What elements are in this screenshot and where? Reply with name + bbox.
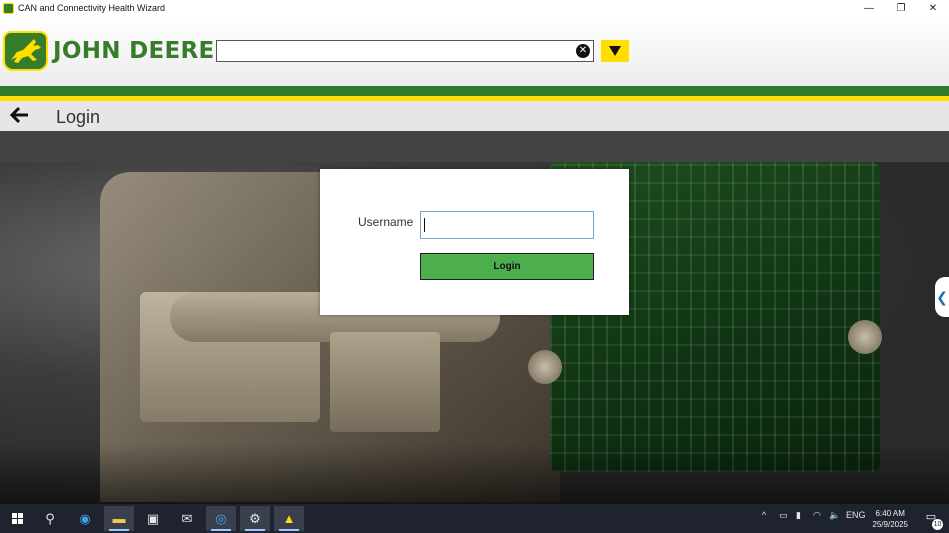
username-label: Username: [358, 215, 414, 229]
folder-icon: ▬: [112, 511, 126, 526]
taskbar-settings[interactable]: ⚙: [240, 506, 270, 531]
window-titlebar: CAN and Connectivity Health Wizard: [0, 0, 949, 16]
start-button[interactable]: [2, 506, 32, 531]
username-field-box: [420, 211, 594, 239]
volume-icon[interactable]: 🔈: [829, 510, 840, 521]
triangle-down-icon: [609, 46, 621, 56]
restore-button[interactable]: ❐: [885, 0, 917, 16]
toolbar-strip: [0, 131, 949, 162]
clear-search-icon[interactable]: ✕: [576, 44, 590, 58]
tray-device-icon[interactable]: ▭: [779, 510, 788, 521]
login-dialog: Username Login: [320, 169, 629, 315]
search-icon: ⚲: [45, 510, 55, 526]
search-box: ✕: [216, 40, 594, 62]
notification-center-icon[interactable]: ▭ 10: [923, 510, 943, 530]
bolt-graphic: [528, 350, 562, 384]
show-hidden-icons-chevron[interactable]: ^: [762, 510, 766, 520]
app-logo-icon: [3, 2, 14, 14]
taskbar-search-button[interactable]: ⚲: [35, 506, 65, 531]
windows-taskbar: ⚲ ◉ ▬ ▣ ✉ ◎ ⚙ ▲ ^ ▭ ▮ ◠ 🔈 ENG 6:40 AM 25…: [0, 504, 949, 533]
battery-icon[interactable]: ▮: [796, 510, 801, 521]
john-deere-icon: ▲: [282, 511, 296, 526]
windows-icon: [11, 513, 23, 524]
chevron-left-icon: ❮: [936, 288, 948, 305]
edge-icon: ◉: [79, 510, 91, 526]
minimize-button[interactable]: —: [853, 0, 885, 16]
taskbar-store[interactable]: ▣: [138, 506, 168, 531]
notification-count-badge: 10: [932, 519, 943, 530]
search-dropdown-button[interactable]: [601, 40, 629, 62]
page-title: Login: [56, 107, 101, 127]
login-button[interactable]: Login: [420, 253, 594, 280]
mail-icon: ✉: [181, 510, 193, 526]
close-button[interactable]: ✕: [917, 0, 949, 16]
store-icon: ▣: [146, 510, 160, 526]
back-arrow-icon[interactable]: [9, 106, 30, 128]
clock-time: 6:40 AM: [875, 509, 905, 518]
gear-icon: ⚙: [249, 510, 261, 526]
window-title: CAN and Connectivity Health Wizard: [18, 3, 166, 13]
deer-logo-icon: [3, 31, 48, 71]
taskbar-edge[interactable]: ◉: [70, 506, 100, 531]
side-panel-toggle[interactable]: ❮: [935, 277, 949, 317]
system-clock[interactable]: 6:40 AM 25/9/2025: [872, 508, 908, 530]
navigation-bar: Login: [0, 101, 949, 131]
clock-date: 25/9/2025: [872, 520, 908, 529]
john-deere-logo: JOHN DEERE: [3, 31, 215, 71]
taskbar-file-explorer[interactable]: ▬: [104, 506, 134, 531]
taskbar-mail[interactable]: ✉: [172, 506, 202, 531]
username-input[interactable]: [421, 212, 593, 238]
search-input[interactable]: [217, 41, 593, 61]
taskbar-john-deere[interactable]: ▲: [274, 506, 304, 531]
wifi-icon[interactable]: ◠: [813, 510, 821, 521]
app-header: JOHN DEERE ✕: [0, 16, 949, 86]
taskbar-app-blue[interactable]: ◎: [206, 506, 236, 531]
brand-name: JOHN DEERE: [53, 38, 215, 64]
header-green-stripe: [0, 86, 949, 96]
language-indicator[interactable]: ENG: [846, 510, 866, 520]
app-icon: ◎: [215, 510, 227, 526]
bolt-graphic: [848, 320, 882, 354]
text-caret: [424, 218, 425, 232]
